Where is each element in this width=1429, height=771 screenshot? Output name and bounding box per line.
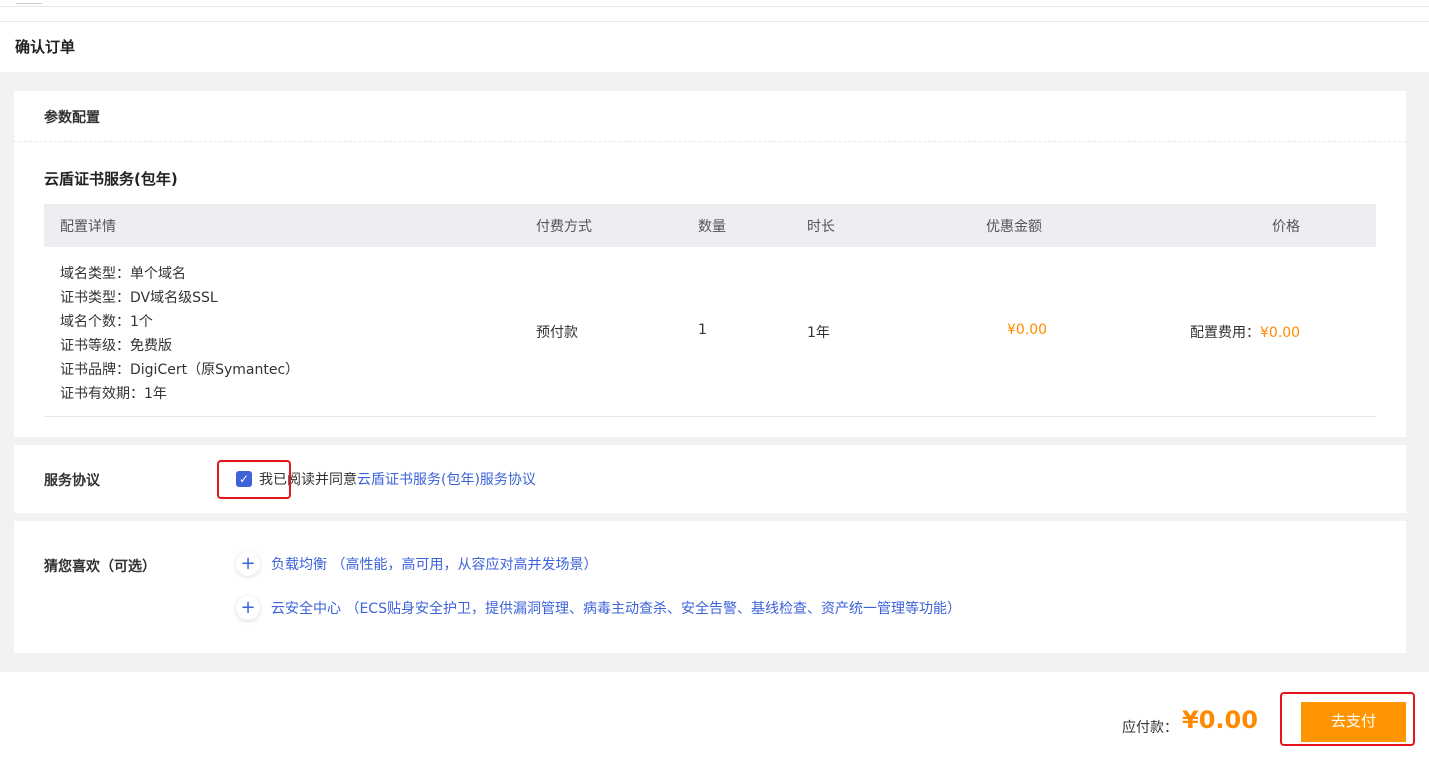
price-value: ¥0.00 <box>1260 325 1301 341</box>
detail-cert-type: 证书类型：DV域名级SSL <box>60 290 218 306</box>
config-detail-list: 域名类型：单个域名 证书类型：DV域名级SSL 域名个数：1个 证书等级：免费版… <box>60 262 299 406</box>
cell-payment-method: 预付款 <box>536 325 578 341</box>
detail-cert-level: 证书等级：免费版 <box>60 338 172 354</box>
plus-icon[interactable]: + <box>236 596 260 620</box>
top-bar <box>0 0 1429 22</box>
recommend-item-text[interactable]: 云安全中心 （ECS贴身安全护卫，提供漏洞管理、病毒主动查杀、安全告警、基线检查… <box>271 598 961 618</box>
table-row: 域名类型：单个域名 证书类型：DV域名级SSL 域名个数：1个 证书等级：免费版… <box>44 247 1376 417</box>
detail-domain-type: 域名类型：单个域名 <box>60 266 186 282</box>
total-value: ¥0.00 <box>1182 706 1258 734</box>
agreement-label: 服务协议 <box>44 473 100 489</box>
section-divider <box>14 141 1406 142</box>
order-footer: 应付款： ¥0.00 去支付 <box>0 672 1429 771</box>
detail-domain-count: 域名个数：1个 <box>60 314 153 330</box>
top-divider <box>0 6 1429 7</box>
header-quantity: 数量 <box>698 219 726 235</box>
header-payment-method: 付费方式 <box>536 219 592 235</box>
total-label: 应付款： <box>1122 720 1178 736</box>
detail-cert-validity: 证书有效期：1年 <box>60 386 167 402</box>
cell-quantity: 1 <box>698 322 707 338</box>
header-duration: 时长 <box>807 219 835 235</box>
cell-duration: 1年 <box>807 325 830 341</box>
config-section-title: 参数配置 <box>44 110 100 126</box>
config-card: 参数配置 云盾证书服务(包年) 配置详情 付费方式 数量 时长 优惠金额 价格 … <box>14 91 1406 437</box>
recommend-item-security-center[interactable]: + 云安全中心 （ECS贴身安全护卫，提供漏洞管理、病毒主动查杀、安全告警、基线… <box>236 596 961 620</box>
plus-icon[interactable]: + <box>236 552 260 576</box>
highlight-box-checkbox <box>217 460 291 499</box>
cell-price: 配置费用：¥0.00 <box>1190 322 1300 342</box>
cell-discount: ¥0.00 <box>1007 322 1048 338</box>
table-header: 配置详情 付费方式 数量 时长 优惠金额 价格 <box>44 204 1376 247</box>
header-config-detail: 配置详情 <box>60 219 116 235</box>
page-title: 确认订单 <box>15 38 76 56</box>
recommend-item-text[interactable]: 负载均衡 （高性能，高可用，从容应对高并发场景） <box>271 554 597 574</box>
top-decoration <box>16 0 42 4</box>
header-price: 价格 <box>1272 219 1300 235</box>
recommend-card: 猜您喜欢（可选） + 负载均衡 （高性能，高可用，从容应对高并发场景） + 云安… <box>14 521 1406 653</box>
recommend-label: 猜您喜欢（可选） <box>44 559 156 575</box>
recommend-item-slb[interactable]: + 负载均衡 （高性能，高可用，从容应对高并发场景） <box>236 552 597 576</box>
detail-cert-brand: 证书品牌：DigiCert（原Symantec） <box>60 362 300 378</box>
agreement-link[interactable]: 云盾证书服务(包年)服务协议 <box>357 469 536 489</box>
product-name: 云盾证书服务(包年) <box>44 170 178 188</box>
price-label: 配置费用： <box>1190 325 1260 341</box>
header-discount: 优惠金额 <box>986 219 1042 235</box>
highlight-box-pay <box>1280 692 1415 746</box>
